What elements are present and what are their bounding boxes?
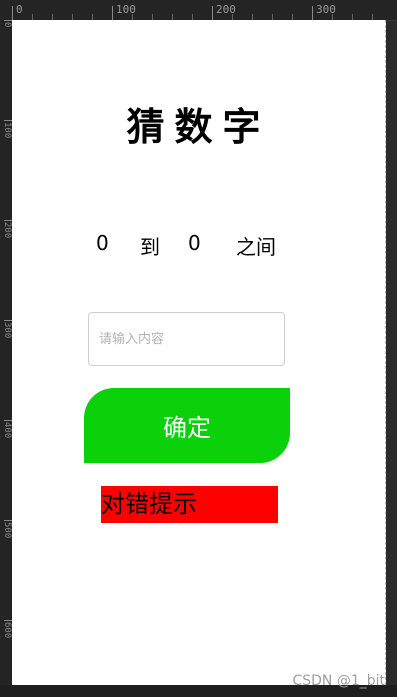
range-to-label: 到 — [140, 235, 160, 259]
ruler-label: 0 — [16, 3, 23, 16]
ruler-tick — [212, 6, 213, 20]
result-hint: 对错提示 — [101, 486, 278, 523]
ruler-tick — [112, 6, 113, 20]
ruler-label: 500 — [2, 522, 12, 539]
ruler-label: 0 — [2, 22, 12, 28]
page-title: 猜数字 — [126, 105, 271, 149]
ruler-label: 400 — [2, 422, 12, 439]
confirm-button[interactable]: 确定 — [84, 388, 290, 463]
ruler-tick — [12, 6, 13, 20]
watermark: CSDN @1_bit — [292, 673, 385, 689]
horizontal-ruler: 0 100 200 300 — [0, 0, 397, 21]
ruler-label: 200 — [2, 222, 12, 239]
ruler-label: 300 — [2, 322, 12, 339]
range-max: 0 — [188, 231, 201, 255]
ruler-label: 600 — [2, 622, 12, 639]
range-min: 0 — [96, 231, 109, 255]
range-between-label: 之间 — [236, 235, 276, 259]
number-range: 0 到 0 之间 — [12, 231, 385, 261]
guess-input[interactable] — [88, 312, 285, 366]
page-canvas: 猜数字 0 到 0 之间 确定 对错提示 — [12, 20, 386, 685]
ruler-tick — [312, 6, 313, 20]
ruler-label: 100 — [2, 122, 12, 139]
